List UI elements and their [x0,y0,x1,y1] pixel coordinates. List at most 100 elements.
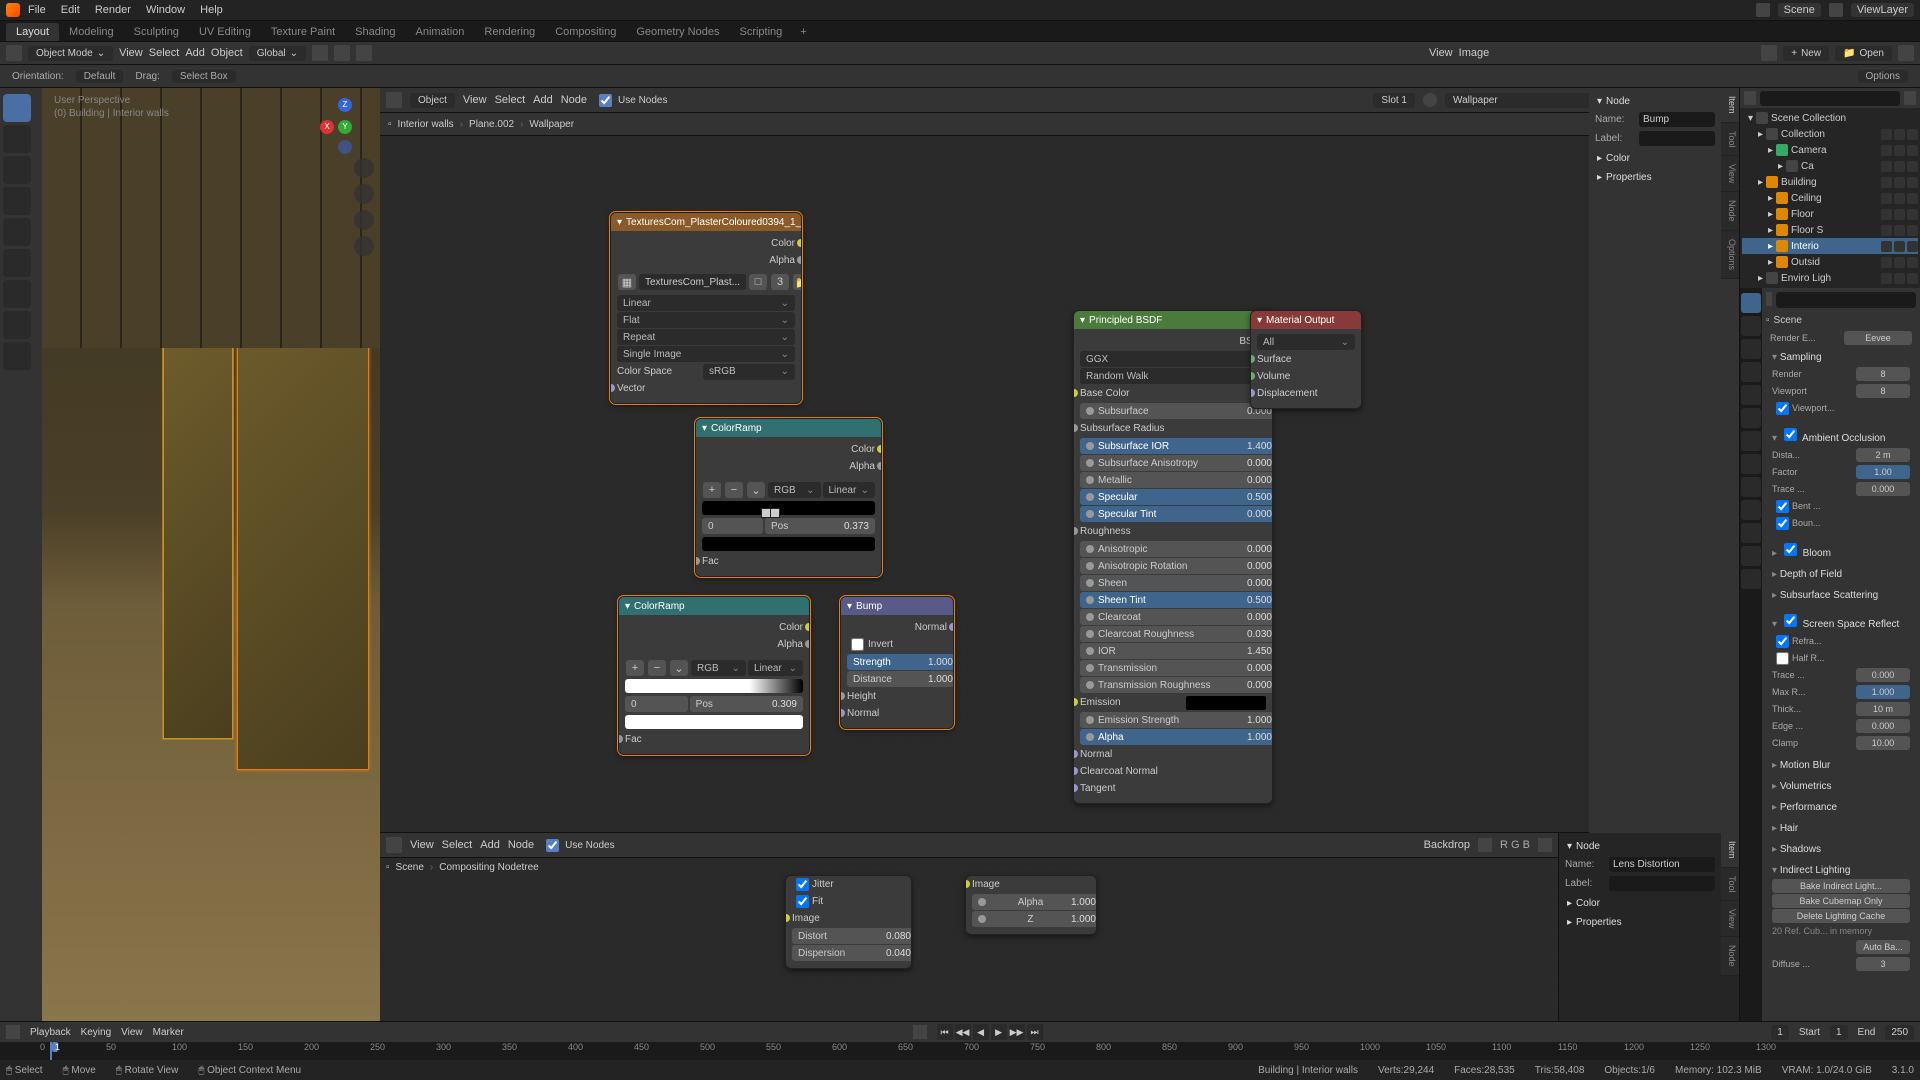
tab-constraints[interactable] [1741,500,1761,520]
projection-select[interactable]: Flat [617,312,795,328]
tab-compositing[interactable]: Compositing [545,23,626,41]
node-image-texture[interactable]: ▾TexturesCom_PlasterColoured0394_1_M.jpg… [610,212,802,404]
sect-ao[interactable]: Ambient Occlusion [1768,423,1914,446]
frame-start[interactable]: 1 [1830,1025,1848,1040]
ao-bent[interactable] [1776,500,1789,513]
tree-item[interactable]: ▸Ceiling [1742,190,1918,206]
tab-output[interactable] [1741,316,1761,336]
ssr-refra[interactable] [1776,635,1789,648]
lens-distort[interactable]: Distort0.080 [792,928,912,944]
source-select[interactable]: Single Image [617,346,795,362]
tool-scale[interactable] [3,218,31,246]
ramp2-tools-icon[interactable]: ⌄ [670,660,688,676]
orientation-dropdown[interactable]: Global ⌄ [249,46,306,61]
use-nodes-checkbox[interactable] [599,94,612,107]
tree-item[interactable]: ▸Camera [1742,142,1918,158]
sect-hair[interactable]: Hair [1768,821,1914,836]
tab-texture[interactable] [1741,569,1761,589]
ramp2-pos[interactable]: Pos0.309 [690,696,803,712]
bsdf-anisotropic-rotation[interactable]: Anisotropic Rotation0.000 [1080,558,1273,574]
bsdf-distribution[interactable]: GGX [1080,351,1266,367]
tab-scene[interactable] [1741,362,1761,382]
play-reverse-icon[interactable]: ◀ [973,1024,989,1040]
colorspace-select[interactable]: sRGB [703,364,795,380]
tree-item[interactable]: ▸Collection [1742,126,1918,142]
camera-view-icon[interactable] [354,210,374,230]
sect-bloom[interactable]: Bloom [1768,538,1914,561]
viewlayer-selector[interactable]: ViewLayer [1851,3,1914,17]
tool-measure[interactable] [3,311,31,339]
tab-modeling[interactable]: Modeling [59,23,124,41]
menu-select[interactable]: Select [149,47,180,59]
play-first-icon[interactable]: ⏮ [937,1024,953,1040]
image-new[interactable]: 3 [771,274,789,290]
add-workspace[interactable]: + [792,23,814,41]
backdrop-zoom[interactable] [1538,838,1552,852]
node-colorramp-2[interactable]: ▾ColorRamp Color Alpha + − ⌄ RGB Linear [618,596,810,755]
tree-item[interactable]: ▸Building [1742,174,1918,190]
tl-keying[interactable]: Keying [81,1027,112,1038]
ramp-add[interactable]: + [703,482,721,498]
timeline-icon[interactable] [6,1025,20,1039]
prop-search[interactable] [1776,292,1916,308]
tool-rotate[interactable] [3,187,31,215]
sect-perf[interactable]: Performance [1768,800,1914,815]
tab-geonodes[interactable]: Geometry Nodes [626,23,729,41]
delete-cache[interactable]: Delete Lighting Cache [1772,909,1910,923]
frame-current[interactable]: 1 [1771,1025,1789,1040]
tab-texpaint[interactable]: Texture Paint [261,23,345,41]
ne-select[interactable]: Select [495,94,526,106]
samples-viewport[interactable]: 8 [1856,384,1910,398]
new-button[interactable]: + New [1783,46,1829,61]
zoom-icon[interactable] [354,158,374,178]
menu-window[interactable]: Window [146,4,185,16]
compo-node-label[interactable] [1609,876,1715,891]
ramp-interp[interactable]: Linear [823,482,876,498]
frame-end[interactable]: 250 [1885,1025,1914,1040]
ao-trace[interactable]: 0.000 [1856,482,1910,496]
bsdf-ior[interactable]: IOR1.450 [1080,643,1273,659]
sect-sampling[interactable]: Sampling [1768,350,1914,365]
ramp-pos[interactable]: Pos0.373 [765,518,875,534]
lens-dispersion[interactable]: Dispersion0.040 [792,945,912,961]
node-label-input[interactable] [1639,131,1715,146]
extension-select[interactable]: Repeat [617,329,795,345]
ramp2-color[interactable] [625,715,803,729]
node-bump[interactable]: ▾Bump Normal Invert Strength1.000 Distan… [840,596,954,729]
menu-view[interactable]: View [119,47,143,59]
nav-gizmo[interactable]: X Y Z [320,98,370,148]
camera-icon[interactable] [1761,45,1777,61]
tab-material[interactable] [1741,546,1761,566]
tab-shading[interactable]: Shading [345,23,405,41]
bc-data[interactable]: Plane.002 [469,119,514,130]
sect-motion[interactable]: Motion Blur [1768,758,1914,773]
outliner-mode-icon[interactable] [1744,91,1756,105]
tab-sculpting[interactable]: Sculpting [124,23,189,41]
compo-add[interactable]: Add [480,839,500,851]
tool-annotate[interactable] [3,280,31,308]
samples-render[interactable]: 8 [1856,367,1910,381]
bsdf-subsurface-ior[interactable]: Subsurface IOR1.400 [1080,438,1273,454]
bump-distance[interactable]: Distance1.000 [847,671,954,687]
bc-material[interactable]: Wallpaper [529,119,574,130]
bsdf-clearcoat[interactable]: Clearcoat0.000 [1080,609,1273,625]
bump-invert-check[interactable] [851,638,864,651]
cpanel-tab-view[interactable]: View [1721,901,1739,937]
tab-physics[interactable] [1741,477,1761,497]
3d-viewport[interactable]: User Perspective (0) Building | Interior… [42,88,380,1028]
ssr-trace[interactable]: 0.000 [1856,668,1910,682]
persp-ortho-icon[interactable] [354,236,374,256]
pin-icon[interactable] [1898,45,1914,61]
pivot-icon[interactable] [312,45,328,61]
snap-icon[interactable] [334,45,350,61]
app-logo[interactable] [6,3,20,17]
ao-distance[interactable]: 2 m [1856,448,1910,462]
tree-item[interactable]: ▸Floor S [1742,222,1918,238]
tool-move[interactable] [3,156,31,184]
compo-bc-scene[interactable]: Scene [396,862,424,873]
tab-world[interactable] [1741,385,1761,405]
autokey-icon[interactable] [913,1025,927,1039]
npanel-tab-tool[interactable]: Tool [1721,123,1739,157]
cpanel-tab-tool[interactable]: Tool [1721,868,1739,902]
compo-node-name[interactable]: Lens Distortion [1609,857,1715,872]
